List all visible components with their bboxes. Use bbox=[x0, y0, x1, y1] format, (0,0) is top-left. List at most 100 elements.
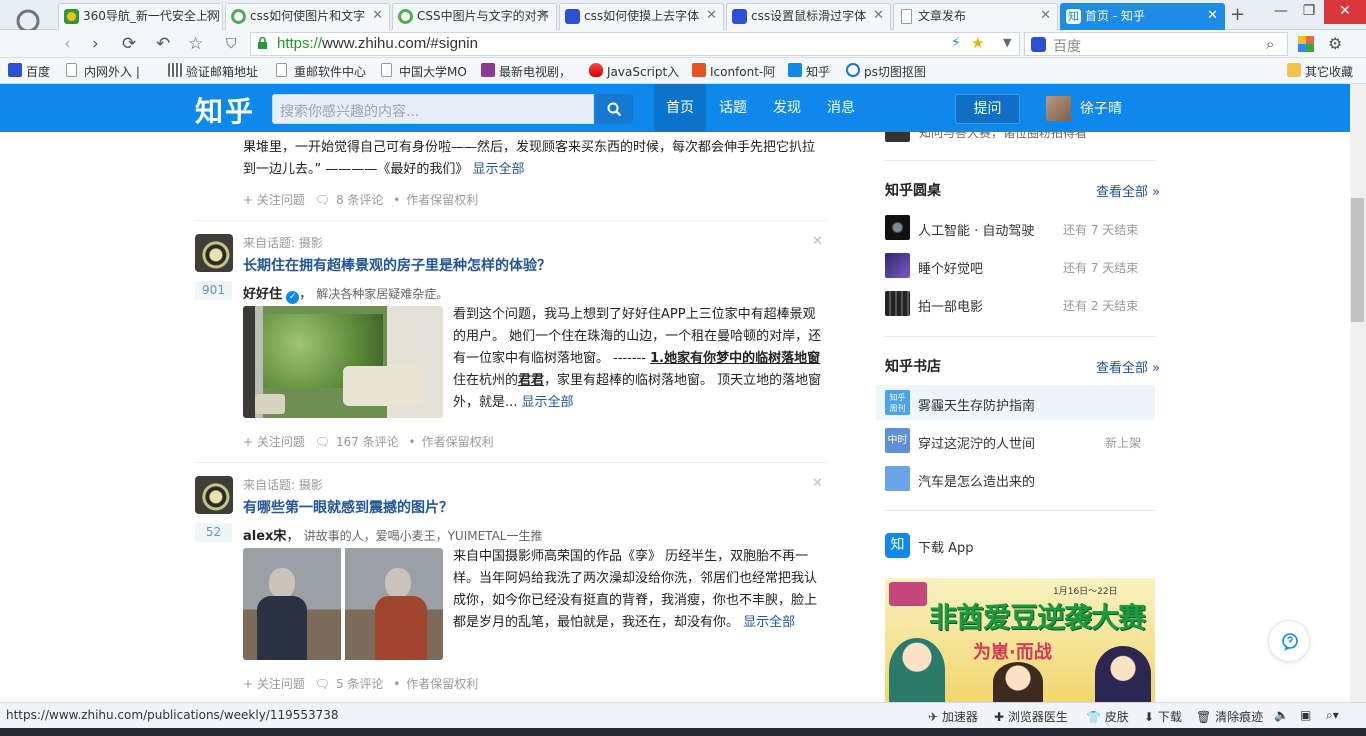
user-name[interactable]: 徐子晴 bbox=[1080, 98, 1122, 118]
volume-icon[interactable]: 🔈 bbox=[1274, 708, 1289, 722]
vote-count[interactable]: 52 bbox=[195, 523, 232, 542]
author-name[interactable]: 好好住 bbox=[243, 287, 282, 302]
answer-thumbnail[interactable] bbox=[243, 306, 443, 418]
comment-icon[interactable]: 🗨 bbox=[315, 193, 330, 207]
bookmark-verify-email[interactable]: 验证邮箱地址 bbox=[168, 63, 258, 80]
sleep-roundtable-icon[interactable] bbox=[885, 253, 910, 278]
roundtable-item[interactable]: 拍一部电影 bbox=[918, 296, 983, 315]
tab-article-publish[interactable]: 文章发布 ✕ bbox=[893, 3, 1058, 30]
favorite-star-icon[interactable]: ☆ bbox=[188, 33, 203, 55]
show-all-link[interactable]: 显示全部 bbox=[473, 162, 525, 177]
dismiss-icon[interactable]: ✕ bbox=[812, 234, 823, 249]
follow-question-button[interactable]: + 关注问题 bbox=[243, 435, 305, 449]
comments-link[interactable]: 167 条评论 bbox=[336, 435, 399, 449]
zhihu-search-input[interactable]: 搜索你感兴趣的内容... bbox=[272, 94, 594, 124]
chevron-down-icon[interactable]: ▼ bbox=[1003, 36, 1011, 49]
author-name[interactable]: alex宋 bbox=[243, 529, 286, 544]
dismiss-icon[interactable]: ✕ bbox=[812, 476, 823, 491]
tab-360[interactable]: 360导航_新一代安全上网 ✕ bbox=[58, 3, 223, 30]
scrollbar-thumb[interactable] bbox=[1351, 198, 1364, 322]
close-tab-icon[interactable]: ✕ bbox=[372, 4, 383, 28]
nav-home[interactable]: 首页 bbox=[654, 84, 706, 132]
feedback-chat-button[interactable] bbox=[1268, 620, 1310, 662]
vertical-scrollbar[interactable] bbox=[1350, 84, 1366, 702]
other-bookmarks[interactable]: 其它收藏 bbox=[1287, 63, 1353, 80]
book-item[interactable]: 汽车是怎么造出来的 bbox=[918, 471, 1035, 490]
reload-icon[interactable]: ⟳ bbox=[122, 33, 136, 55]
follow-question-button[interactable]: + 关注问题 bbox=[243, 193, 305, 207]
ask-question-button[interactable]: 提问 bbox=[955, 94, 1020, 124]
promo-banner[interactable]: 1月16日～22日 非酋爱豆逆袭大赛 为崽·而战 bbox=[885, 578, 1155, 702]
nav-topics[interactable]: 话题 bbox=[707, 84, 759, 132]
url-input[interactable]: https://www.zhihu.com/#signin ⚡ ★ ▼ bbox=[250, 32, 1020, 56]
close-window-button[interactable]: ✕ bbox=[1324, 0, 1366, 24]
question-title[interactable]: 长期住在拥有超棒景观的房子里是种怎样的体验？ bbox=[243, 255, 551, 275]
back-icon[interactable]: ‹ bbox=[64, 33, 71, 55]
download-app-link[interactable]: 下载 App bbox=[918, 537, 974, 556]
comment-icon[interactable]: 🗨 bbox=[315, 677, 330, 691]
show-all-link[interactable]: 显示全部 bbox=[522, 395, 574, 410]
tab-css-align[interactable]: CSS中图片与文字的对齐 ✕ bbox=[392, 3, 557, 30]
bookmark-software-center[interactable]: 重邮软件中心 bbox=[276, 63, 366, 80]
lightning-icon[interactable]: ⚡ bbox=[951, 35, 961, 51]
show-all-link[interactable]: 显示全部 bbox=[743, 615, 795, 630]
comments-link[interactable]: 5 条评论 bbox=[336, 677, 383, 691]
close-tab-icon[interactable]: ✕ bbox=[1207, 4, 1218, 28]
forward-icon[interactable]: › bbox=[92, 33, 99, 55]
close-tab-icon[interactable]: ✕ bbox=[1040, 4, 1051, 28]
topic-avatar[interactable] bbox=[195, 234, 233, 272]
topic-avatar[interactable] bbox=[195, 476, 233, 514]
question-title[interactable]: 有哪些第一眼就感到震撼的图片？ bbox=[243, 497, 453, 517]
close-tab-icon[interactable]: ✕ bbox=[205, 4, 216, 28]
nav-messages[interactable]: 消息 bbox=[815, 84, 867, 132]
browser-doctor-button[interactable]: ✚ 浏览器医生 bbox=[994, 708, 1068, 725]
gear-icon[interactable]: ⚙ bbox=[1328, 33, 1342, 55]
tab-css-image-text[interactable]: css如何使图片和文字 ✕ bbox=[225, 3, 390, 30]
baidu-paw-icon[interactable] bbox=[1031, 37, 1046, 52]
bookmark-mooc[interactable]: 中国大学MO bbox=[381, 63, 467, 80]
skin-button[interactable]: 👕 皮肤 bbox=[1086, 708, 1129, 725]
answer-thumbnail[interactable] bbox=[243, 548, 443, 660]
close-tab-icon[interactable]: ✕ bbox=[873, 4, 884, 28]
tab-zhihu-home[interactable]: 知 首页 - 知乎 ✕ bbox=[1060, 3, 1225, 30]
star-icon[interactable]: ★ bbox=[971, 34, 984, 52]
roundtable-more-link[interactable]: 查看全部 » bbox=[1096, 181, 1160, 200]
apps-icon[interactable] bbox=[1298, 36, 1314, 52]
zhihu-search-button[interactable] bbox=[595, 94, 633, 124]
topic-source[interactable]: 来自话题: 摄影 bbox=[243, 476, 323, 493]
shield-icon[interactable]: ⛉ bbox=[226, 33, 237, 55]
bookmark-baidu[interactable]: 百度 bbox=[8, 63, 50, 80]
minimize-button[interactable]: — bbox=[1266, 0, 1296, 24]
search-icon[interactable]: ⌕ bbox=[1266, 33, 1274, 55]
screenshot-icon[interactable]: ▣ bbox=[1300, 708, 1311, 722]
close-tab-icon[interactable]: ✕ bbox=[539, 4, 550, 28]
follow-question-button[interactable]: + 关注问题 bbox=[243, 677, 305, 691]
zoom-icon[interactable]: ⌕▾ bbox=[1326, 708, 1339, 723]
book-item[interactable]: 雾霾天生存防护指南 bbox=[918, 395, 1035, 414]
bookmark-zhihu[interactable]: 知乎 bbox=[788, 63, 830, 80]
film-clapper-icon[interactable] bbox=[885, 291, 910, 316]
zhihu-logo[interactable]: 知乎 bbox=[195, 90, 255, 130]
undo-icon[interactable]: ↶ bbox=[156, 33, 170, 55]
topic-source[interactable]: 来自话题: 摄影 bbox=[243, 234, 323, 251]
clear-traces-button[interactable]: 🗑 清除痕迹 bbox=[1196, 708, 1263, 725]
tab-css-mouse-over[interactable]: css设置鼠标滑过字体 ✕ bbox=[726, 3, 891, 30]
comments-link[interactable]: 8 条评论 bbox=[336, 193, 383, 207]
vote-count[interactable]: 901 bbox=[195, 281, 232, 300]
avatar[interactable] bbox=[1046, 96, 1071, 121]
nav-discover[interactable]: 发现 bbox=[761, 84, 813, 132]
bookmark-intranet[interactable]: 内网外入 | bbox=[66, 63, 140, 80]
book-item[interactable]: 穿过这泥泞的人世间 bbox=[918, 433, 1035, 452]
accelerator-button[interactable]: ✈ 加速器 bbox=[928, 708, 978, 725]
tab-css-hover-font[interactable]: css如何使摸上去字体 ✕ bbox=[559, 3, 724, 30]
search-engine-input[interactable]: 百度 bbox=[1024, 32, 1288, 56]
roundtable-item[interactable]: 人工智能 · 自动驾驶 bbox=[918, 220, 1034, 239]
download-button[interactable]: ⬇ 下载 bbox=[1144, 708, 1182, 725]
bookmark-tv[interactable]: 最新电视剧， bbox=[481, 63, 571, 80]
roundtable-item[interactable]: 睡个好觉吧 bbox=[918, 258, 983, 277]
bookmark-iconfont[interactable]: Iconfont-阿 bbox=[692, 63, 775, 80]
close-tab-icon[interactable]: ✕ bbox=[706, 4, 717, 28]
restore-button[interactable]: ❐ bbox=[1294, 0, 1324, 24]
bookmark-ps[interactable]: ps切图抠图 bbox=[846, 63, 926, 80]
ai-roundtable-icon[interactable] bbox=[885, 215, 910, 240]
